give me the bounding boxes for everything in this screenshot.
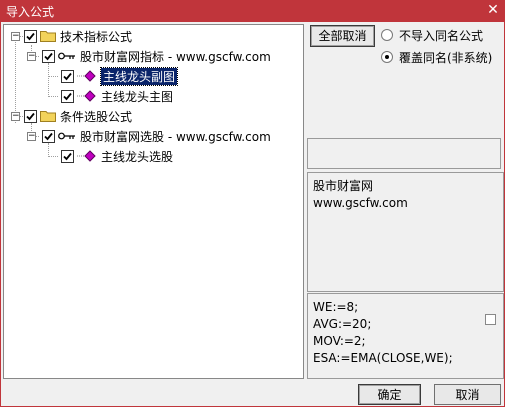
overwrite-duplicates-radio[interactable] bbox=[381, 51, 393, 63]
tree-group-screening[interactable]: 条件选股公式 bbox=[24, 108, 132, 124]
key-icon bbox=[58, 132, 75, 140]
tree-group-indicators[interactable]: 技术指标公式 bbox=[24, 28, 132, 44]
item-label: 主线龙头选股 bbox=[101, 149, 174, 164]
code-line: AVG:=20; bbox=[313, 317, 372, 331]
status-box bbox=[307, 138, 501, 169]
code-line: WE:=8; bbox=[313, 300, 359, 314]
source-2-checkbox[interactable] bbox=[42, 129, 55, 143]
formula-icon bbox=[77, 70, 96, 82]
cancel-button[interactable]: 取消 bbox=[434, 384, 501, 405]
code-line: MOV:=2; bbox=[313, 334, 366, 348]
collapse-source-1-icon[interactable]: − bbox=[27, 52, 36, 61]
overwrite-duplicates-option[interactable]: 覆盖同名(非系统) bbox=[381, 49, 492, 65]
skip-duplicates-option[interactable]: 不导入同名公式 bbox=[381, 27, 483, 43]
code-line: ESA:=EMA(CLOSE,WE); bbox=[313, 351, 453, 365]
option-label: 覆盖同名(非系统) bbox=[399, 50, 493, 65]
group-1-checkbox[interactable] bbox=[24, 29, 37, 43]
option-label: 不导入同名公式 bbox=[399, 28, 484, 43]
formula-code-panel[interactable]: WE:=8; AVG:=20; MOV:=2; ESA:=EMA(CLOSE,W… bbox=[307, 293, 504, 379]
formula-icon bbox=[77, 90, 96, 102]
group-label: 条件选股公式 bbox=[60, 109, 133, 124]
source-label: 股市财富网指标 - www.gscfw.com bbox=[80, 49, 271, 64]
formula-icon bbox=[77, 150, 96, 162]
tree-item[interactable]: 主线龙头主图 bbox=[61, 88, 173, 104]
collapse-group-1-icon[interactable]: − bbox=[11, 32, 20, 41]
item-checkbox[interactable] bbox=[61, 89, 74, 103]
group-label: 技术指标公式 bbox=[60, 29, 133, 44]
folder-icon bbox=[40, 31, 56, 42]
window-title: 导入公式 bbox=[6, 5, 55, 19]
item-label: 主线龙头副图 bbox=[99, 66, 179, 86]
item-checkbox[interactable] bbox=[61, 69, 74, 83]
item-checkbox[interactable] bbox=[61, 149, 74, 163]
collapse-group-2-icon[interactable]: − bbox=[11, 112, 20, 121]
skip-duplicates-radio[interactable] bbox=[381, 29, 393, 41]
info-title: 股市财富网 bbox=[313, 179, 374, 193]
group-2-checkbox[interactable] bbox=[24, 109, 37, 123]
title-bar: 导入公式 ✕ bbox=[0, 0, 505, 22]
source-1-checkbox[interactable] bbox=[42, 49, 55, 63]
dialog-body: − 技术指标公式 − 股市财富网指标 - www.gscfw.com 主线龙头副… bbox=[0, 22, 505, 407]
item-label: 主线龙头主图 bbox=[101, 89, 174, 104]
tree-source-indicators[interactable]: 股市财富网指标 - www.gscfw.com bbox=[42, 48, 271, 64]
key-icon bbox=[58, 52, 75, 60]
close-icon[interactable]: ✕ bbox=[485, 2, 501, 18]
info-website: www.gscfw.com bbox=[313, 196, 408, 210]
formula-info-panel: 股市财富网 www.gscfw.com bbox=[307, 172, 504, 292]
tree-source-screening[interactable]: 股市财富网选股 - www.gscfw.com bbox=[42, 128, 271, 144]
ok-button[interactable]: 确定 bbox=[358, 384, 421, 405]
source-label: 股市财富网选股 - www.gscfw.com bbox=[80, 129, 271, 144]
cancel-all-button[interactable]: 全部取消 bbox=[310, 25, 375, 47]
tree-item[interactable]: 主线龙头选股 bbox=[61, 148, 173, 164]
collapse-source-2-icon[interactable]: − bbox=[27, 132, 36, 141]
tree-item[interactable]: 主线龙头副图 bbox=[61, 66, 179, 86]
folder-icon bbox=[40, 111, 56, 122]
formula-tree[interactable]: − 技术指标公式 − 股市财富网指标 - www.gscfw.com 主线龙头副… bbox=[3, 24, 304, 379]
scrollbar-thumb[interactable] bbox=[485, 314, 496, 325]
